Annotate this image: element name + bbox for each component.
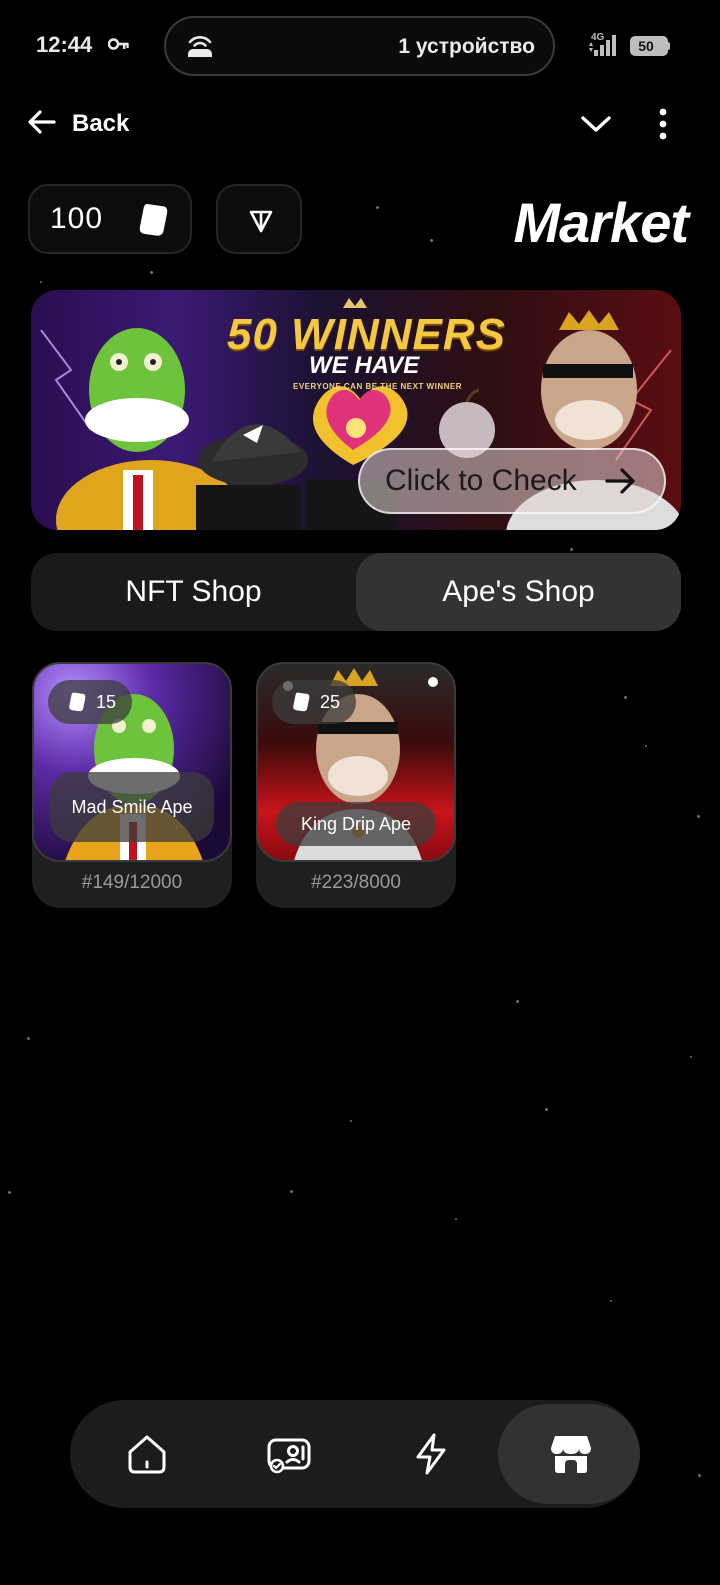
nft-name: King Drip Ape <box>276 802 436 846</box>
signal-icon <box>586 32 622 63</box>
tab-nft-shop[interactable]: NFT Shop <box>31 553 356 631</box>
nft-gallery-icon <box>267 1438 311 1474</box>
banner-tagline: EVERYONE CAN BE THE NEXT WINNER <box>293 382 462 391</box>
nft-card[interactable]: 25 King Drip Ape #223/8000 <box>256 662 456 908</box>
battery-icon: 50 <box>630 36 668 56</box>
hotspot-indicator[interactable]: 1 устройство <box>164 16 555 76</box>
tab-apes-shop[interactable]: Ape's Shop <box>356 553 681 631</box>
gem-icon <box>69 692 86 712</box>
price-badge: 25 <box>272 680 357 724</box>
back-label: Back <box>72 110 130 137</box>
chevron-down-icon <box>578 116 614 146</box>
more-options-button[interactable] <box>650 104 676 144</box>
check-button-label: Click to Check <box>385 464 577 497</box>
collapse-button[interactable] <box>578 106 614 142</box>
banner-subtitle: WE HAVE <box>309 352 420 379</box>
price-value: 15 <box>96 691 117 712</box>
more-vertical-icon <box>650 108 676 148</box>
page-title: Market <box>513 191 689 254</box>
status-time: 12:44 <box>36 32 93 57</box>
gem-balance-value: 100 <box>50 202 104 235</box>
gem-icon <box>138 203 168 237</box>
vpn-key-icon <box>107 37 130 56</box>
nav-home[interactable] <box>74 1400 216 1508</box>
app-root: 12:44 1 устройство 4G 50 Back 100 Market… <box>0 0 720 1585</box>
promo-banner[interactable]: 50 WINNERS WE HAVE EVERYONE CAN BE THE N… <box>31 290 681 530</box>
status-bar: 12:44 1 устройство 4G 50 <box>0 0 720 92</box>
arrow-left-icon <box>26 108 58 141</box>
bottom-navigation <box>70 1400 640 1508</box>
price-badge: 15 <box>48 680 133 724</box>
ton-wallet-button[interactable] <box>216 184 302 254</box>
shop-tabs: NFT Shop Ape's Shop <box>31 553 681 631</box>
battery-tip <box>667 42 670 50</box>
nft-serial: #223/8000 <box>311 872 401 893</box>
nft-name: Mad Smile Ape <box>50 772 214 842</box>
lightning-icon <box>416 1433 446 1475</box>
battery-level: 50 <box>638 38 654 54</box>
hotspot-text: 1 устройство <box>398 35 535 58</box>
nav-nft-gallery[interactable] <box>216 1400 358 1508</box>
arrow-right-icon <box>604 466 638 501</box>
nft-serial: #149/12000 <box>81 872 183 893</box>
home-icon <box>128 1435 166 1474</box>
click-to-check-button[interactable]: Click to Check <box>358 448 666 514</box>
back-button[interactable]: Back <box>26 102 129 146</box>
nft-card[interactable]: 15 Mad Smile Ape #149/12000 <box>32 662 232 908</box>
store-icon <box>551 1436 591 1473</box>
nav-store[interactable] <box>498 1404 640 1504</box>
price-value: 25 <box>320 691 341 712</box>
nav-boost[interactable] <box>358 1400 500 1508</box>
gem-balance[interactable]: 100 <box>28 184 192 254</box>
gem-icon <box>293 692 310 712</box>
hotspot-icon <box>184 31 216 64</box>
